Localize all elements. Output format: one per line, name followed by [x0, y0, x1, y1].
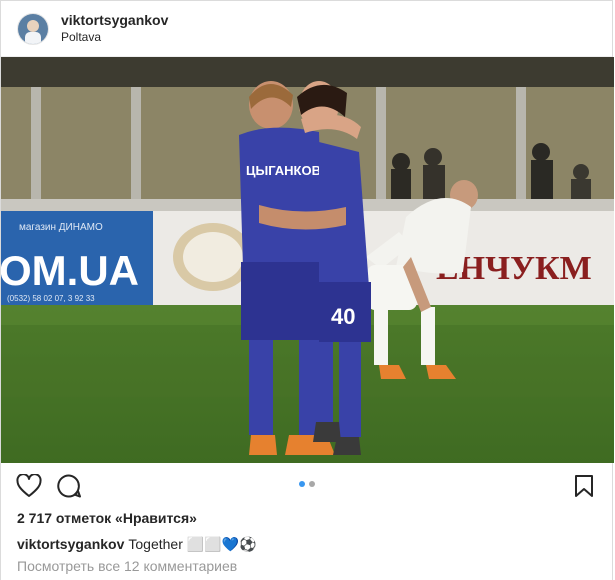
carousel-dot [308, 481, 315, 487]
ad-left-phone: (0532) 58 02 07, 3 92 33 [7, 294, 95, 303]
post-header: viktortsygankov Poltava [1, 1, 612, 57]
bookmark-icon [575, 475, 593, 497]
comment-icon [57, 474, 81, 498]
caption: viktortsygankov Together ⬜⬜💙⚽ [1, 531, 612, 557]
save-button[interactable] [564, 466, 604, 506]
heart-icon [16, 474, 42, 497]
username-link[interactable]: viktortsygankov [61, 12, 168, 29]
ad-left-text: OM.UA [1, 247, 139, 294]
caption-text: Together ⬜⬜💙⚽ [128, 536, 257, 552]
avatar[interactable] [17, 12, 49, 45]
post-photo[interactable]: магазин ДИНАМО OM.UA (0532) 58 02 07, 3 … [1, 57, 614, 463]
action-bar [1, 463, 612, 509]
location-link[interactable]: Poltava [61, 29, 168, 46]
caption-username[interactable]: viktortsygankov [17, 536, 124, 552]
carousel-dot-active [298, 481, 305, 487]
player-number: 40 [331, 304, 355, 329]
post-card: viktortsygankov Poltava магазин ДИНАМО O… [0, 0, 614, 580]
likes-count[interactable]: 2 717 отметок «Нравится» [1, 509, 612, 531]
comment-button[interactable] [49, 466, 89, 506]
ad-left-top: магазин ДИНАМО [19, 222, 103, 233]
carousel-indicator [298, 481, 315, 487]
player-name-on-shirt: ЦЫГАНКОВ [246, 163, 321, 178]
like-button[interactable] [9, 466, 49, 506]
view-comments-link[interactable]: Посмотреть все 12 комментариев [1, 557, 612, 575]
